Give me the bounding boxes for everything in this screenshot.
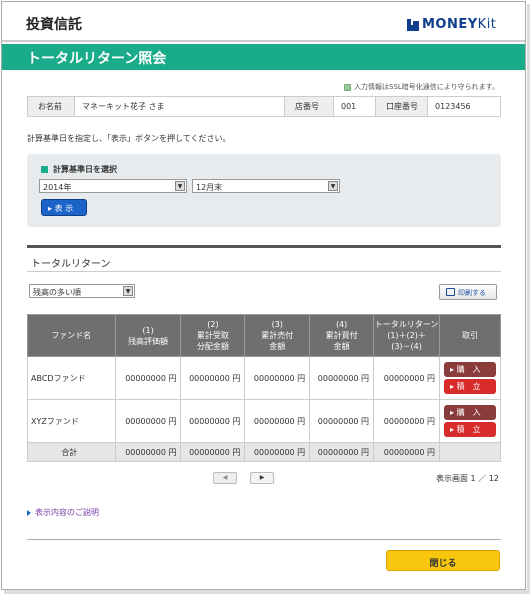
total-distribution-cell: 00000000 円: [180, 442, 246, 462]
header-balance: (1) 残高評価額: [114, 314, 182, 357]
buy-button-label: 購 入: [456, 408, 481, 417]
header-sold: (3) 累計売付 金額: [244, 314, 311, 357]
prev-page-button[interactable]: ◀: [213, 472, 237, 484]
header-fund-name: ファンド名: [27, 314, 116, 357]
month-select-value: 12月末: [196, 183, 223, 192]
next-page-button[interactable]: ▶: [250, 472, 274, 484]
date-select-heading-text: 計算基準日を選択: [53, 165, 117, 174]
fund-name-cell: ABCDファンド: [27, 356, 116, 400]
total-return-cell: 00000000 円: [373, 356, 441, 400]
moneykit-logo: MONEYKit: [407, 17, 496, 32]
total-return-sum-cell: 00000000 円: [373, 442, 441, 462]
top-header: 投資信託 MONEYKit: [2, 2, 525, 42]
sort-select[interactable]: 残高の多い順 ▼: [29, 284, 135, 298]
total-return-table: ファンド名 (1) 残高評価額 (2) 累計受取 分配金額 (3) 累計売付 金…: [27, 314, 501, 462]
buy-button[interactable]: ▸ 購 入: [444, 362, 497, 377]
show-button-label: 表 示: [54, 204, 74, 213]
table-header-row: ファンド名 (1) 残高評価額 (2) 累計受取 分配金額 (3) 累計売付 金…: [27, 314, 501, 357]
printer-icon: [446, 288, 455, 296]
buy-button-label: 購 入: [456, 365, 481, 374]
header-bought: (4) 累計買付 金額: [309, 314, 375, 357]
accumulate-button[interactable]: ▸ 積 立: [444, 422, 497, 437]
total-label: 合計: [27, 442, 116, 462]
trade-cell: ▸ 購 入 ▸ 積 立: [439, 356, 501, 400]
distribution-cell: 00000000 円: [180, 399, 246, 443]
month-select[interactable]: 12月末 ▼: [192, 179, 340, 193]
name-value: マネーキット花子 さま: [75, 97, 285, 116]
table-row: ABCDファンド 00000000 円 00000000 円 00000000 …: [27, 356, 501, 400]
print-button[interactable]: 印刷する: [439, 284, 497, 300]
total-sold-cell: 00000000 円: [244, 442, 311, 462]
window-shadow-bottom: [4, 590, 530, 594]
sold-cell: 00000000 円: [244, 356, 311, 400]
total-trade-cell: [439, 442, 501, 462]
balance-cell: 00000000 円: [114, 356, 182, 400]
balance-cell: 00000000 円: [114, 399, 182, 443]
divider: [27, 539, 501, 540]
brand-title: 投資信託: [26, 17, 82, 33]
bought-cell: 00000000 円: [309, 356, 375, 400]
table-row: XYZファンド 00000000 円 00000000 円 00000000 円…: [27, 399, 501, 443]
total-bought-cell: 00000000 円: [309, 442, 375, 462]
page-indicator: 表示画面 1 ／ 12: [436, 474, 499, 483]
sort-select-value: 残高の多い順: [33, 288, 81, 297]
close-button[interactable]: 閉じる: [386, 550, 500, 571]
square-bullet-icon: [41, 166, 48, 173]
ssl-notice: 入力情報はSSL暗号化通信により守られます。: [344, 82, 499, 92]
name-label: お名前: [28, 97, 75, 116]
date-select-panel: 計算基準日を選択 2014年 ▼ 12月末 ▼ ▸ 表 示: [27, 154, 501, 227]
instruction-text: 計算基準日を指定し、「表示」ボタンを押してください。: [27, 134, 231, 143]
popup-window: 投資信託 MONEYKit トータルリターン照会 入力情報はSSL暗号化通信によ…: [1, 1, 526, 590]
branch-label: 店番号: [285, 97, 334, 116]
header-trade: 取引: [439, 314, 501, 357]
year-select-value: 2014年: [43, 183, 72, 192]
total-row: 合計 00000000 円 00000000 円 00000000 円 0000…: [27, 442, 501, 462]
section-title: トータルリターン: [27, 245, 501, 272]
moneykit-logo-text: MONEYKit: [422, 17, 497, 32]
chevron-down-icon: ▼: [123, 286, 133, 296]
page-title-banner: トータルリターン照会: [2, 44, 525, 70]
date-select-heading: 計算基準日を選択: [41, 164, 117, 175]
ssl-notice-text: 入力情報はSSL暗号化通信により守られます。: [354, 83, 499, 91]
total-balance-cell: 00000000 円: [114, 442, 182, 462]
header-distribution: (2) 累計受取 分配金額: [180, 314, 246, 357]
sold-cell: 00000000 円: [244, 399, 311, 443]
explain-link-text: 表示内容のご説明: [35, 508, 99, 517]
lock-icon: [344, 83, 351, 91]
accumulate-button-label: 積 立: [456, 425, 481, 434]
explain-link[interactable]: 表示内容のご説明: [27, 507, 99, 518]
print-button-label: 印刷する: [458, 289, 486, 297]
buy-button[interactable]: ▸ 購 入: [444, 405, 497, 420]
distribution-cell: 00000000 円: [180, 356, 246, 400]
triangle-right-icon: [27, 509, 31, 516]
total-return-cell: 00000000 円: [373, 399, 441, 443]
show-button[interactable]: ▸ 表 示: [41, 199, 87, 216]
moneykit-logo-icon: [407, 18, 419, 31]
bought-cell: 00000000 円: [309, 399, 375, 443]
accumulate-button-label: 積 立: [456, 382, 481, 391]
customer-info-table: お名前 マネーキット花子 さま 店番号 001 口座番号 0123456: [27, 96, 501, 117]
year-select[interactable]: 2014年 ▼: [39, 179, 187, 193]
chevron-down-icon: ▼: [328, 181, 338, 191]
account-label: 口座番号: [376, 97, 428, 116]
account-value: 0123456: [428, 97, 500, 116]
fund-name-cell: XYZファンド: [27, 399, 116, 443]
chevron-down-icon: ▼: [175, 181, 185, 191]
trade-cell: ▸ 購 入 ▸ 積 立: [439, 399, 501, 443]
header-total-return: トータルリターン (1)＋(2)＋ (3)－(4): [373, 314, 441, 357]
branch-value: 001: [334, 97, 376, 116]
accumulate-button[interactable]: ▸ 積 立: [444, 379, 497, 394]
